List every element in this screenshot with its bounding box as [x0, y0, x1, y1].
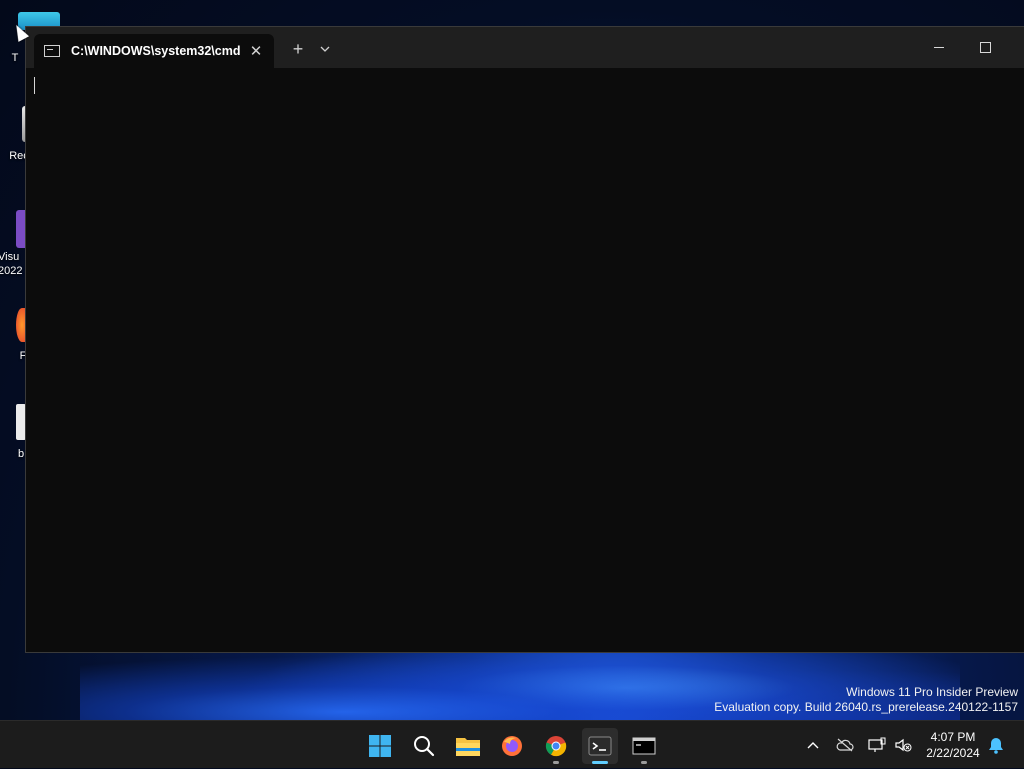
file-explorer-button[interactable]: [450, 728, 486, 764]
notifications-button[interactable]: [986, 721, 1006, 769]
folder-icon: [456, 738, 480, 756]
search-button[interactable]: [406, 728, 442, 764]
maximize-icon: [979, 41, 991, 53]
tab-title: C:\WINDOWS\system32\cmd.: [71, 44, 241, 58]
chevron-up-icon: [807, 742, 819, 749]
windows-watermark: Windows 11 Pro Insider Preview Evaluatio…: [714, 685, 1018, 715]
network-icon: [868, 737, 886, 752]
taskbar: 4:07 PM 2/22/2024: [0, 720, 1024, 768]
watermark-line-2: Evaluation copy. Build 26040.rs_prerelea…: [714, 700, 1018, 714]
console-area[interactable]: [26, 68, 1024, 652]
active-indicator: [592, 761, 608, 764]
volume-muted-icon: [895, 738, 912, 752]
tab-cmd[interactable]: C:\WINDOWS\system32\cmd. ✕: [34, 34, 274, 68]
watermark-line-1: Windows 11 Pro Insider Preview: [846, 685, 1018, 699]
chrome-icon: [545, 736, 567, 757]
cloud-offline-icon: [836, 738, 854, 752]
volume-button[interactable]: [892, 721, 914, 769]
running-indicator: [553, 761, 559, 764]
bell-icon: [989, 738, 1003, 754]
firefox-icon: [502, 736, 522, 756]
cmd-button[interactable]: [626, 728, 662, 764]
network-button[interactable]: [866, 721, 888, 769]
close-tab-button[interactable]: ✕: [247, 42, 265, 60]
taskbar-clock[interactable]: 4:07 PM 2/22/2024: [918, 729, 988, 761]
running-indicator: [641, 761, 647, 764]
search-icon: [414, 736, 435, 757]
cmd-icon: [632, 737, 656, 755]
clock-time: 4:07 PM: [930, 730, 976, 744]
maximize-button[interactable]: [962, 36, 1008, 58]
terminal-button[interactable]: [582, 728, 618, 764]
chrome-button[interactable]: [538, 728, 574, 764]
text-cursor: [34, 77, 35, 94]
start-button[interactable]: [362, 728, 398, 764]
show-hidden-icons-button[interactable]: [802, 721, 824, 769]
terminal-window[interactable]: C:\WINDOWS\system32\cmd. ✕ +: [25, 26, 1024, 653]
onedrive-button[interactable]: [834, 721, 856, 769]
clock-date: 2/22/2024: [926, 746, 980, 760]
terminal-titlebar[interactable]: C:\WINDOWS\system32\cmd. ✕ +: [26, 27, 1024, 68]
chevron-down-icon[interactable]: [318, 42, 332, 56]
minimize-icon: [934, 46, 944, 48]
cmd-icon: [44, 45, 60, 57]
firefox-button[interactable]: [494, 728, 530, 764]
new-tab-button[interactable]: +: [288, 39, 308, 60]
terminal-icon: [588, 736, 612, 756]
minimize-button[interactable]: [916, 36, 962, 58]
windows-logo-icon: [369, 735, 391, 757]
